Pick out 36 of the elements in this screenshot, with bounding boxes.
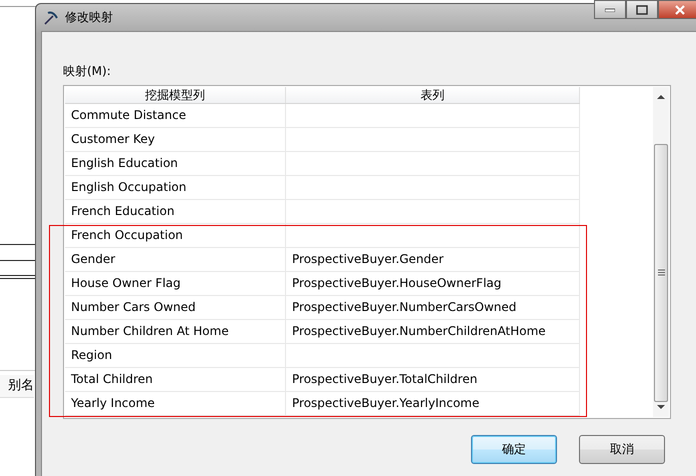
column-header[interactable]: 表列: [286, 87, 580, 103]
table-cell[interactable]: ProspectiveBuyer.YearlyIncome: [286, 392, 580, 415]
column-header[interactable]: 挖掘模型列: [65, 87, 286, 103]
close-icon: [674, 4, 686, 14]
minimize-icon: [605, 8, 615, 12]
column-header: 别名: [0, 375, 34, 398]
pickaxe-icon: [43, 10, 59, 26]
table-cell[interactable]: ProspectiveBuyer.TotalChildren: [286, 368, 580, 391]
minimize-button[interactable]: [594, 0, 626, 19]
maximize-button[interactable]: [626, 0, 658, 19]
mapping-label: 映射(M):: [63, 63, 111, 80]
scroll-thumb[interactable]: [654, 144, 668, 402]
table-cell: English Occupation: [65, 176, 286, 199]
table-cell: French Education: [65, 200, 286, 223]
dialog-button[interactable]: 确定: [471, 435, 557, 464]
scroll-up-icon[interactable]: [656, 93, 666, 101]
table-cell: Number Cars Owned: [65, 296, 286, 319]
table-cell: Total Children: [65, 368, 286, 391]
table-cell: House Owner Flag: [65, 272, 286, 295]
dialog-button[interactable]: 取消: [579, 435, 665, 464]
maximize-icon: [636, 4, 648, 14]
table-cell: English Education: [65, 152, 286, 175]
scrollbar[interactable]: [653, 87, 669, 417]
table-cell: Commute Distance: [65, 104, 286, 127]
table-cell[interactable]: ProspectiveBuyer.NumberCarsOwned: [286, 296, 580, 319]
table-cell[interactable]: ProspectiveBuyer.NumberChildrenAtHome: [286, 320, 580, 343]
table-cell[interactable]: ProspectiveBuyer.Gender: [286, 248, 580, 271]
table-cell: Yearly Income: [65, 392, 286, 415]
table-cell: Number Children At Home: [65, 320, 286, 343]
table-cell: Gender: [65, 248, 286, 271]
table-cell: French Occupation: [65, 224, 286, 247]
window-title: 修改映射: [65, 9, 113, 26]
table-cell: Region: [65, 344, 286, 367]
close-button[interactable]: [658, 0, 696, 19]
table-cell[interactable]: ProspectiveBuyer.HouseOwnerFlag: [286, 272, 580, 295]
table-cell: Customer Key: [65, 128, 286, 151]
